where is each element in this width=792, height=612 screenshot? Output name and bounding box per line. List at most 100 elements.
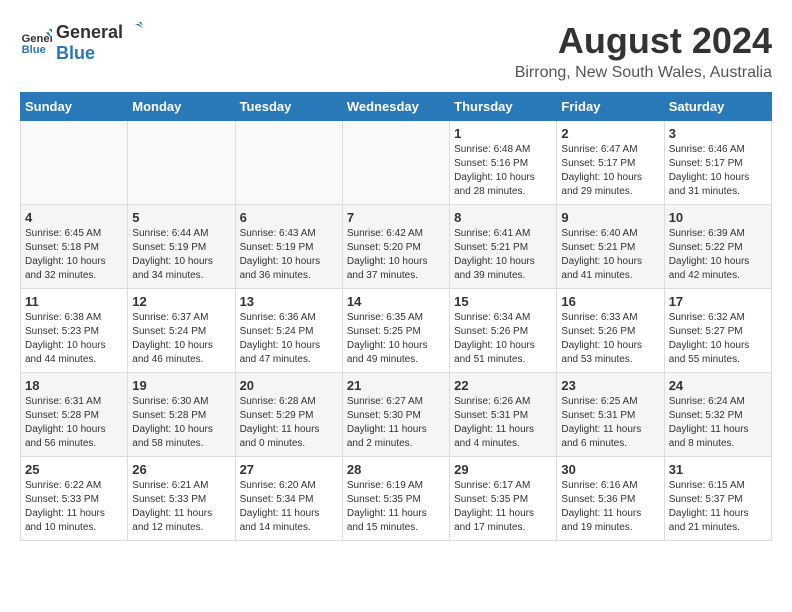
day-info: Sunrise: 6:16 AMSunset: 5:36 PMDaylight:… [561,479,659,535]
day-number: 10 [669,210,767,225]
day-number: 11 [25,294,123,309]
day-info: Sunrise: 6:41 AMSunset: 5:21 PMDaylight:… [454,227,552,283]
day-number: 8 [454,210,552,225]
title-section: August 2024 Birrong, New South Wales, Au… [515,20,772,82]
header-friday: Friday [557,93,664,121]
logo-bird-icon [125,20,143,38]
calendar-cell: 25Sunrise: 6:22 AMSunset: 5:33 PMDayligh… [21,457,128,541]
calendar-cell: 16 Sunrise: 6:33 AMSunset: 5:26 PMDayligh… [557,289,664,373]
calendar-cell: 10 Sunrise: 6:39 AMSunset: 5:22 PMDayligh… [664,205,771,289]
day-info: Sunrise: 6:27 AMSunset: 5:30 PMDaylight:… [347,395,445,451]
calendar-cell: 9Sunrise: 6:40 AMSunset: 5:21 PMDaylight… [557,205,664,289]
calendar-cell: 30 Sunrise: 6:16 AMSunset: 5:36 PMDayligh… [557,457,664,541]
day-info: Sunrise: 6:24 AMSunset: 5:32 PMDaylight:… [669,395,767,451]
day-number: 5 [132,210,230,225]
day-info: Sunrise: 6:38 AMSunset: 5:23 PMDaylight:… [25,311,123,367]
day-number: 22 [454,378,552,393]
day-info: Sunrise: 6:47 AMSunset: 5:17 PMDaylight:… [561,143,659,199]
day-number: 6 [240,210,338,225]
day-info: Sunrise: 6:36 AMSunset: 5:24 PMDaylight:… [240,311,338,367]
header-wednesday: Wednesday [342,93,449,121]
calendar-cell: 29Sunrise: 6:17 AMSunset: 5:35 PMDayligh… [450,457,557,541]
calendar-cell: 28Sunrise: 6:19 AMSunset: 5:35 PMDayligh… [342,457,449,541]
day-number: 20 [240,378,338,393]
day-number: 31 [669,462,767,477]
calendar-week-4: 18 Sunrise: 6:31 AMSunset: 5:28 PMDayligh… [21,373,772,457]
calendar-cell: 17Sunrise: 6:32 AMSunset: 5:27 PMDayligh… [664,289,771,373]
calendar-cell: 21Sunrise: 6:27 AMSunset: 5:30 PMDayligh… [342,373,449,457]
calendar-cell: 8 Sunrise: 6:41 AMSunset: 5:21 PMDaylight… [450,205,557,289]
day-info: Sunrise: 6:26 AMSunset: 5:31 PMDaylight:… [454,395,552,451]
day-number: 3 [669,126,767,141]
calendar-cell: 15Sunrise: 6:34 AMSunset: 5:26 PMDayligh… [450,289,557,373]
day-info: Sunrise: 6:32 AMSunset: 5:27 PMDaylight:… [669,311,767,367]
day-info: Sunrise: 6:25 AMSunset: 5:31 PMDaylight:… [561,395,659,451]
header-thursday: Thursday [450,93,557,121]
day-number: 1 [454,126,552,141]
day-info: Sunrise: 6:20 AMSunset: 5:34 PMDaylight:… [240,479,338,535]
calendar-cell: 1Sunrise: 6:48 AMSunset: 5:16 PMDaylight… [450,121,557,205]
day-info: Sunrise: 6:28 AMSunset: 5:29 PMDaylight:… [240,395,338,451]
day-info: Sunrise: 6:44 AMSunset: 5:19 PMDaylight:… [132,227,230,283]
day-info: Sunrise: 6:43 AMSunset: 5:19 PMDaylight:… [240,227,338,283]
calendar-cell [21,121,128,205]
calendar-cell: 13 Sunrise: 6:36 AMSunset: 5:24 PMDayligh… [235,289,342,373]
day-info: Sunrise: 6:21 AMSunset: 5:33 PMDaylight:… [132,479,230,535]
calendar-week-3: 11 Sunrise: 6:38 AMSunset: 5:23 PMDayligh… [21,289,772,373]
day-info: Sunrise: 6:42 AMSunset: 5:20 PMDaylight:… [347,227,445,283]
day-info: Sunrise: 6:39 AMSunset: 5:22 PMDaylight:… [669,227,767,283]
calendar-week-2: 4 Sunrise: 6:45 AMSunset: 5:18 PMDaylight… [21,205,772,289]
calendar-cell: 19 Sunrise: 6:30 AMSunset: 5:28 PMDayligh… [128,373,235,457]
day-number: 9 [561,210,659,225]
svg-text:General: General [22,33,52,45]
header-saturday: Saturday [664,93,771,121]
calendar-cell: 26 Sunrise: 6:21 AMSunset: 5:33 PMDayligh… [128,457,235,541]
day-info: Sunrise: 6:34 AMSunset: 5:26 PMDaylight:… [454,311,552,367]
calendar-cell: 11 Sunrise: 6:38 AMSunset: 5:23 PMDayligh… [21,289,128,373]
calendar-cell: 27 Sunrise: 6:20 AMSunset: 5:34 PMDayligh… [235,457,342,541]
day-info: Sunrise: 6:19 AMSunset: 5:35 PMDaylight:… [347,479,445,535]
day-number: 30 [561,462,659,477]
calendar-header-row: Sunday Monday Tuesday Wednesday Thursday… [21,93,772,121]
day-number: 4 [25,210,123,225]
calendar-body: 1Sunrise: 6:48 AMSunset: 5:16 PMDaylight… [21,121,772,541]
svg-text:Blue: Blue [22,44,46,56]
day-number: 2 [561,126,659,141]
day-number: 19 [132,378,230,393]
day-info: Sunrise: 6:33 AMSunset: 5:26 PMDaylight:… [561,311,659,367]
calendar-cell: 7 Sunrise: 6:42 AMSunset: 5:20 PMDaylight… [342,205,449,289]
day-info: Sunrise: 6:30 AMSunset: 5:28 PMDaylight:… [132,395,230,451]
header-tuesday: Tuesday [235,93,342,121]
calendar-week-1: 1Sunrise: 6:48 AMSunset: 5:16 PMDaylight… [21,121,772,205]
calendar-cell: 12Sunrise: 6:37 AMSunset: 5:24 PMDayligh… [128,289,235,373]
calendar-cell [342,121,449,205]
day-number: 18 [25,378,123,393]
location-subtitle: Birrong, New South Wales, Australia [515,64,772,82]
day-number: 14 [347,294,445,309]
day-number: 13 [240,294,338,309]
day-number: 7 [347,210,445,225]
header-monday: Monday [128,93,235,121]
calendar-cell: 2 Sunrise: 6:47 AMSunset: 5:17 PMDaylight… [557,121,664,205]
day-info: Sunrise: 6:31 AMSunset: 5:28 PMDaylight:… [25,395,123,451]
day-info: Sunrise: 6:37 AMSunset: 5:24 PMDaylight:… [132,311,230,367]
day-info: Sunrise: 6:46 AMSunset: 5:17 PMDaylight:… [669,143,767,199]
calendar-week-5: 25Sunrise: 6:22 AMSunset: 5:33 PMDayligh… [21,457,772,541]
calendar-table: Sunday Monday Tuesday Wednesday Thursday… [20,92,772,541]
logo-blue: Blue [56,43,143,64]
day-info: Sunrise: 6:45 AMSunset: 5:18 PMDaylight:… [25,227,123,283]
day-info: Sunrise: 6:15 AMSunset: 5:37 PMDaylight:… [669,479,767,535]
day-number: 26 [132,462,230,477]
calendar-cell: 20 Sunrise: 6:28 AMSunset: 5:29 PMDayligh… [235,373,342,457]
logo-icon: General Blue [20,26,52,58]
calendar-cell: 22 Sunrise: 6:26 AMSunset: 5:31 PMDayligh… [450,373,557,457]
day-info: Sunrise: 6:35 AMSunset: 5:25 PMDaylight:… [347,311,445,367]
header: General Blue General Blue August 2024 Bi… [20,20,772,82]
day-number: 24 [669,378,767,393]
day-number: 27 [240,462,338,477]
day-number: 23 [561,378,659,393]
day-info: Sunrise: 6:17 AMSunset: 5:35 PMDaylight:… [454,479,552,535]
day-number: 16 [561,294,659,309]
month-year-title: August 2024 [515,20,772,62]
day-number: 25 [25,462,123,477]
